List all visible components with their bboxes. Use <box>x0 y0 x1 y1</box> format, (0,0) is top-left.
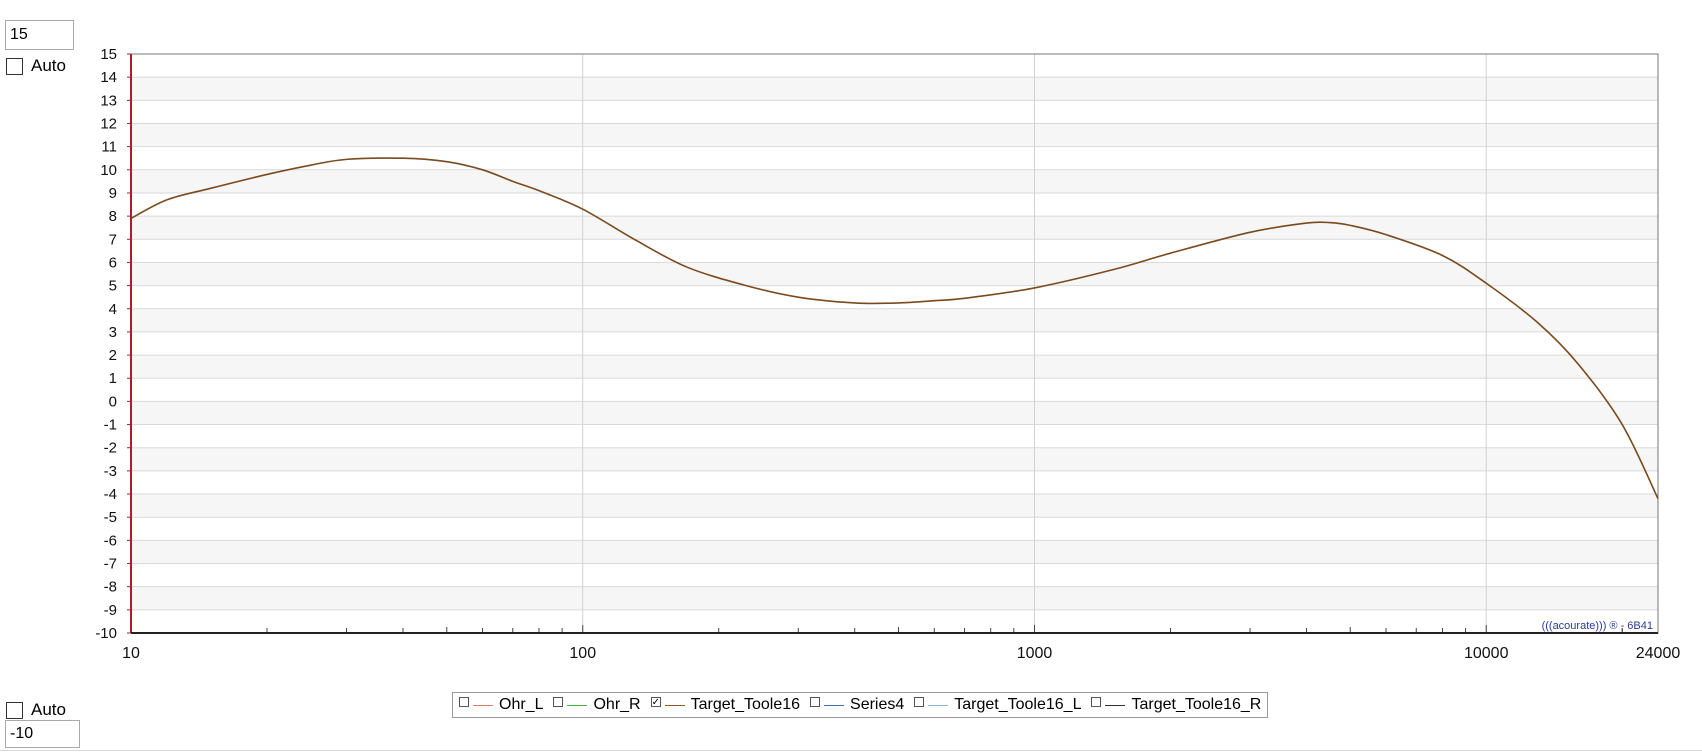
y-tick-label: -8 <box>104 579 117 596</box>
legend-item[interactable]: Target_Toole16_L <box>914 696 1081 714</box>
y-axis-min-input[interactable] <box>5 720 80 748</box>
x-tick-label: 10 <box>122 645 140 662</box>
legend-label: Series4 <box>850 696 905 713</box>
auto-bottom-checkbox[interactable]: Auto <box>6 700 66 720</box>
legend-label: Target_Toole16 <box>690 696 801 713</box>
x-tick-label: 1000 <box>1017 645 1053 662</box>
y-band <box>131 517 1658 541</box>
y-tick-label: -10 <box>95 625 117 642</box>
legend-label: Ohr_L <box>499 696 544 713</box>
y-band <box>131 192 1658 217</box>
legend-swatch <box>473 704 493 706</box>
y-band <box>131 563 1658 587</box>
legend-checkbox[interactable] <box>810 697 821 707</box>
y-tick-label: 2 <box>109 347 117 364</box>
y-tick-label: 15 <box>100 46 117 63</box>
y-tick-label: 11 <box>101 139 117 156</box>
legend-swatch <box>567 704 588 706</box>
legend-item[interactable]: Target_Toole16_R <box>1091 696 1261 714</box>
y-tick-label: -7 <box>104 556 117 573</box>
y-tick-label: 12 <box>100 115 117 132</box>
y-tick-label: 1 <box>109 370 117 387</box>
legend-item[interactable]: ✓ Target_Toole16 <box>650 696 801 714</box>
frequency-response-chart: 1514131211109876543210-1-2-3-4-5-6-7-8-9… <box>95 46 1681 662</box>
y-band <box>131 470 1658 495</box>
y-tick-label: 10 <box>100 162 117 179</box>
y-band <box>131 609 1658 633</box>
legend-swatch <box>928 704 949 706</box>
legend-checkbox[interactable]: ✓ <box>650 697 661 708</box>
legend-checkbox[interactable] <box>914 697 925 707</box>
y-tick-label: -1 <box>104 417 117 434</box>
x-tick-label: 10000 <box>1464 645 1509 662</box>
legend-item[interactable]: Ohr_L <box>459 696 543 714</box>
x-tick-label: 100 <box>569 645 596 662</box>
y-tick-label: 14 <box>100 69 117 86</box>
auto-bottom-checkbox-label: Auto <box>31 700 66 719</box>
y-tick-label: -3 <box>104 463 117 480</box>
y-tick-label: 13 <box>100 92 117 109</box>
y-tick-label: -4 <box>104 486 117 503</box>
y-band <box>131 378 1658 402</box>
y-band <box>131 331 1658 356</box>
y-tick-label: -9 <box>104 602 117 619</box>
watermark: (((acourate))) ® - 6B41 <box>1542 620 1653 632</box>
y-tick-label: 7 <box>109 231 117 248</box>
y-tick-label: 3 <box>109 324 117 341</box>
y-tick-label: 4 <box>109 301 117 318</box>
legend-item[interactable]: Series4 <box>810 696 904 714</box>
legend-item[interactable]: Ohr_R <box>553 696 641 714</box>
bottom-divider <box>0 750 1702 751</box>
auto-bottom-checkbox-box[interactable] <box>6 701 23 719</box>
x-tick-label: 24000 <box>1636 645 1681 662</box>
legend-checkbox[interactable] <box>553 697 564 707</box>
legend-swatch <box>664 704 685 706</box>
legend-label: Target_Toole16_L <box>954 696 1082 713</box>
chart-legend: Ohr_L Ohr_R ✓ Target_Toole16 Series4 Target_T… <box>452 692 1269 718</box>
y-band <box>131 285 1658 309</box>
y-band <box>131 239 1658 263</box>
y-tick-label: -5 <box>104 509 117 526</box>
y-tick-label: 6 <box>109 254 117 271</box>
y-tick-label: 0 <box>109 393 117 410</box>
legend-label: Ohr_R <box>593 696 641 713</box>
legend-swatch <box>824 704 845 706</box>
legend-checkbox[interactable] <box>1091 697 1102 707</box>
y-band <box>131 424 1658 448</box>
y-tick-label: -2 <box>104 440 117 457</box>
y-tick-label: -6 <box>104 532 117 549</box>
legend-checkbox[interactable] <box>459 697 469 707</box>
y-tick-label: 8 <box>109 208 117 225</box>
y-tick-label: 9 <box>109 185 117 202</box>
y-band <box>131 100 1658 124</box>
legend-label: Target_Toole16_R <box>1131 696 1262 713</box>
legend-swatch <box>1105 704 1126 706</box>
y-tick-label: 5 <box>109 278 117 295</box>
y-band <box>131 54 1658 78</box>
